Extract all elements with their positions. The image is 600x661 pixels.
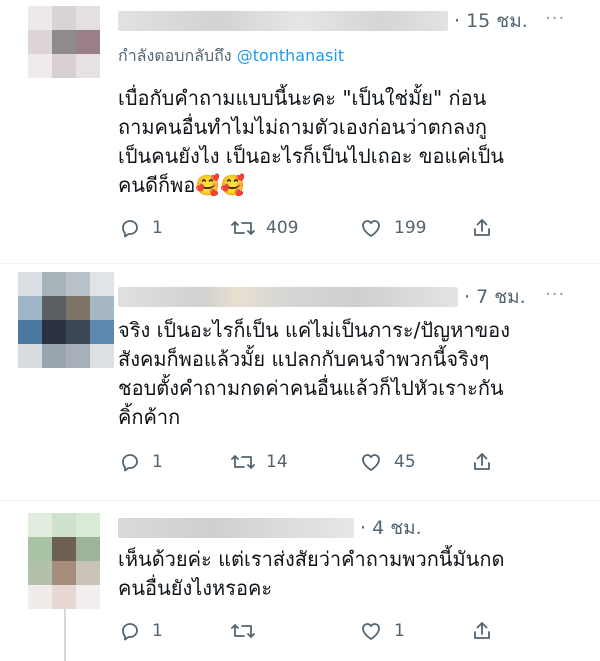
tweet-text: เห็นด้วยค่ะ แต่เราส่งสัยว่าคำถามพวกนี้มั… bbox=[118, 545, 504, 603]
tweet-text-line: เบื่อกับคำถามแบบนี้นะคะ "เป็นใช่มั้ย" ก่… bbox=[118, 86, 487, 110]
like-button[interactable]: 1 bbox=[358, 619, 405, 643]
reply-icon bbox=[122, 220, 138, 238]
tweet-text-line: เห็นด้วยค่ะ แต่เราส่งสัยว่าคำถามพวกนี้มั… bbox=[118, 547, 505, 571]
avatar[interactable] bbox=[28, 513, 100, 609]
share-button[interactable] bbox=[470, 619, 494, 643]
share-button[interactable] bbox=[470, 216, 494, 240]
tweet-3[interactable]: · 4 ชม. เห็นด้วยค่ะ แต่เราส่งสัยว่าคำถาม… bbox=[0, 501, 600, 661]
share-icon bbox=[474, 453, 490, 470]
reply-to-handle[interactable]: @tonthanasit bbox=[237, 46, 344, 65]
tweet-text-line: คิ้กค้าก bbox=[118, 405, 181, 429]
reply-count: 1 bbox=[152, 621, 163, 641]
tweet-text-line: เป็นคนยังไง เป็นอะไรก็เป็นไปเถอะ ขอแค่เป… bbox=[118, 144, 504, 168]
retweet-icon bbox=[231, 624, 255, 638]
retweet-count: 409 bbox=[266, 218, 299, 238]
retweet-icon bbox=[231, 455, 255, 469]
tweet-header: · 7 ชม. bbox=[118, 284, 526, 310]
reply-count: 1 bbox=[152, 218, 163, 238]
reply-button[interactable]: 1 bbox=[118, 216, 163, 240]
tweet-text-line: จริง เป็นอะไรก็เป็น แค่ไม่เป็นภาระ/ปัญหา… bbox=[118, 318, 510, 342]
like-button[interactable]: 45 bbox=[358, 450, 416, 474]
username-blurred[interactable] bbox=[118, 287, 458, 307]
retweet-icon bbox=[231, 221, 255, 235]
reply-count: 1 bbox=[152, 452, 163, 472]
tweet-text-line: ชอบตั้งคำถามกดค่าคนอื่นแล้วก็ไปหัวเราะกั… bbox=[118, 376, 504, 400]
reply-to-prefix: กำลังตอบกลับถึง bbox=[118, 46, 237, 65]
tweet-header: · 15 ชม. bbox=[118, 8, 528, 34]
retweet-button[interactable]: 409 bbox=[230, 216, 298, 240]
tweet-time[interactable]: · 7 ชม. bbox=[464, 282, 526, 312]
tweet-text: เบื่อกับคำถามแบบนี้นะคะ "เป็นใช่มั้ย" ก่… bbox=[118, 84, 504, 200]
heart-icon bbox=[362, 454, 380, 471]
retweet-count: 14 bbox=[266, 452, 288, 472]
tweet-text-line: สังคมก็พอแล้วมั้ย แปลกกับคนจำพวกนี้จริงๆ bbox=[118, 347, 490, 371]
tweet-text-line: ถามคนอื่นทำไมไม่ถามตัวเองก่อนว่าตกลงกู bbox=[118, 115, 487, 139]
username-blurred[interactable] bbox=[118, 11, 448, 31]
reply-icon bbox=[122, 623, 138, 641]
tweet-time[interactable]: · 15 ชม. bbox=[454, 6, 528, 36]
reply-button[interactable]: 1 bbox=[118, 619, 163, 643]
share-icon bbox=[474, 622, 490, 639]
tweet-time[interactable]: · 4 ชม. bbox=[360, 513, 422, 543]
share-icon bbox=[474, 219, 490, 236]
tweet-actions: 1 409 199 bbox=[118, 216, 498, 246]
retweet-button[interactable] bbox=[230, 619, 266, 643]
reply-button[interactable]: 1 bbox=[118, 450, 163, 474]
tweet-text: จริง เป็นอะไรก็เป็น แค่ไม่เป็นภาระ/ปัญหา… bbox=[118, 316, 510, 432]
reply-icon bbox=[122, 454, 138, 472]
tweet-2[interactable]: · 7 ชม. ··· จริง เป็นอะไรก็เป็น แค่ไม่เป… bbox=[0, 264, 600, 500]
tweet-actions: 1 14 45 bbox=[118, 450, 498, 480]
like-button[interactable]: 199 bbox=[358, 216, 426, 240]
heart-icon bbox=[362, 220, 380, 237]
avatar[interactable] bbox=[18, 272, 114, 368]
like-count: 45 bbox=[394, 452, 416, 472]
avatar[interactable] bbox=[28, 6, 100, 78]
tweet-text-line: คนอื่นยังไงหรอคะ bbox=[118, 576, 273, 600]
share-button[interactable] bbox=[470, 450, 494, 474]
heart-icon bbox=[362, 623, 380, 640]
tweet-actions: 1 1 bbox=[118, 619, 498, 649]
reply-to-line: กำลังตอบกลับถึง @tonthanasit bbox=[118, 44, 344, 69]
tweet-header: · 4 ชม. bbox=[118, 515, 422, 541]
tweet-text-line: คนดีก็พอ🥰🥰 bbox=[118, 173, 246, 197]
retweet-button[interactable]: 14 bbox=[230, 450, 288, 474]
username-blurred[interactable] bbox=[118, 518, 354, 538]
more-icon[interactable]: ··· bbox=[545, 8, 565, 29]
like-count: 1 bbox=[394, 621, 405, 641]
tweet-1[interactable]: · 15 ชม. ··· กำลังตอบกลับถึง @tonthanasi… bbox=[0, 0, 600, 262]
like-count: 199 bbox=[394, 218, 427, 238]
more-icon[interactable]: ··· bbox=[545, 284, 565, 305]
